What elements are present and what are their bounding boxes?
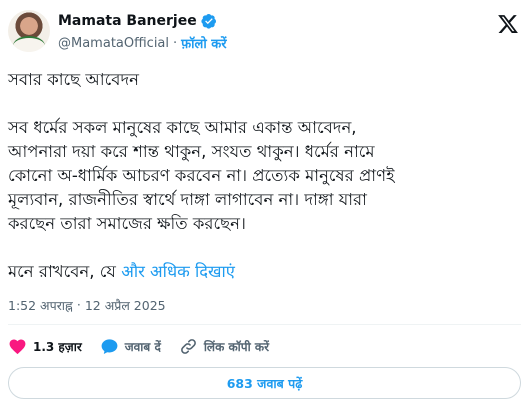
heart-icon bbox=[9, 339, 26, 355]
link-icon bbox=[180, 339, 196, 354]
tweet-line: মূল্যবান, রাজনীতির স্বার্থে দাঙ্গা লাগাব… bbox=[8, 190, 367, 209]
x-logo-icon[interactable] bbox=[497, 13, 519, 35]
tweet-line: আপনারা দয়া করে শান্ত থাকুন, সংযত থাকুন।… bbox=[8, 142, 375, 161]
tweet-time: 1:52 अपराह्न bbox=[8, 298, 73, 313]
tweet-line-text: মনে রাখবেন, যে bbox=[8, 262, 116, 281]
verified-badge-icon bbox=[201, 14, 216, 29]
follow-button[interactable]: फ़ॉलो करें bbox=[181, 34, 226, 52]
tweet-card: Mamata Banerjee @MamataOfficial · फ़ॉलो … bbox=[0, 0, 529, 415]
show-more-link[interactable]: और अधिक दिखाएं bbox=[121, 262, 235, 281]
tweet-line: সবার কাছে আবেদন bbox=[8, 70, 139, 89]
author-name[interactable]: Mamata Banerjee bbox=[58, 13, 197, 29]
reply-button[interactable]: जवाब दें bbox=[100, 337, 161, 356]
tweet-line: সব ধর্মের সকল মানুষের কাছে আমার একান্ত আ… bbox=[8, 118, 357, 137]
copy-link-label: लिंक कॉपी करें bbox=[203, 340, 270, 354]
handle-separator: · bbox=[173, 35, 178, 51]
tweet-last-line: মনে রাখবেন, যে और अधिक दिखाएं bbox=[8, 260, 513, 284]
tweet-header: Mamata Banerjee @MamataOfficial · फ़ॉलो … bbox=[8, 10, 521, 60]
author-avatar[interactable] bbox=[8, 10, 50, 52]
action-bar: 1.3 हज़ार जवाब दें लिंक कॉपी करें bbox=[8, 337, 287, 356]
author-handle-row: @MamataOfficial · फ़ॉलो करें bbox=[58, 34, 227, 53]
like-button[interactable]: 1.3 हज़ार bbox=[8, 337, 82, 356]
tweet-line: কোনো অ-ধার্মিক আচরণ করবেন না। প্রত্যেক ম… bbox=[8, 166, 395, 185]
reply-label: जवाब दें bbox=[124, 340, 161, 354]
tweet-date: 12 अप्रैल 2025 bbox=[84, 298, 166, 313]
read-replies-button[interactable]: 683 जवाब पढ़ें bbox=[8, 367, 521, 399]
tweet-timestamp[interactable]: 1:52 अपराह्न · 12 अप्रैल 2025 bbox=[8, 297, 166, 314]
avatar-shawl bbox=[13, 36, 45, 52]
copy-link-button[interactable]: लिंक कॉपी करें bbox=[179, 337, 269, 356]
tweet-text: সবার কাছে আবেদন সব ধর্মের সকল মানুষের কা… bbox=[8, 68, 513, 284]
author-name-row: Mamata Banerjee bbox=[58, 13, 217, 29]
reply-bubble-icon bbox=[101, 339, 118, 355]
timestamp-separator: · bbox=[76, 297, 81, 312]
tweet-line: করছেন তারা সমাজের ক্ষতি করছেন। bbox=[8, 214, 246, 233]
author-handle[interactable]: @MamataOfficial bbox=[58, 36, 169, 51]
divider bbox=[8, 324, 521, 325]
like-count: 1.3 हज़ार bbox=[33, 340, 82, 354]
